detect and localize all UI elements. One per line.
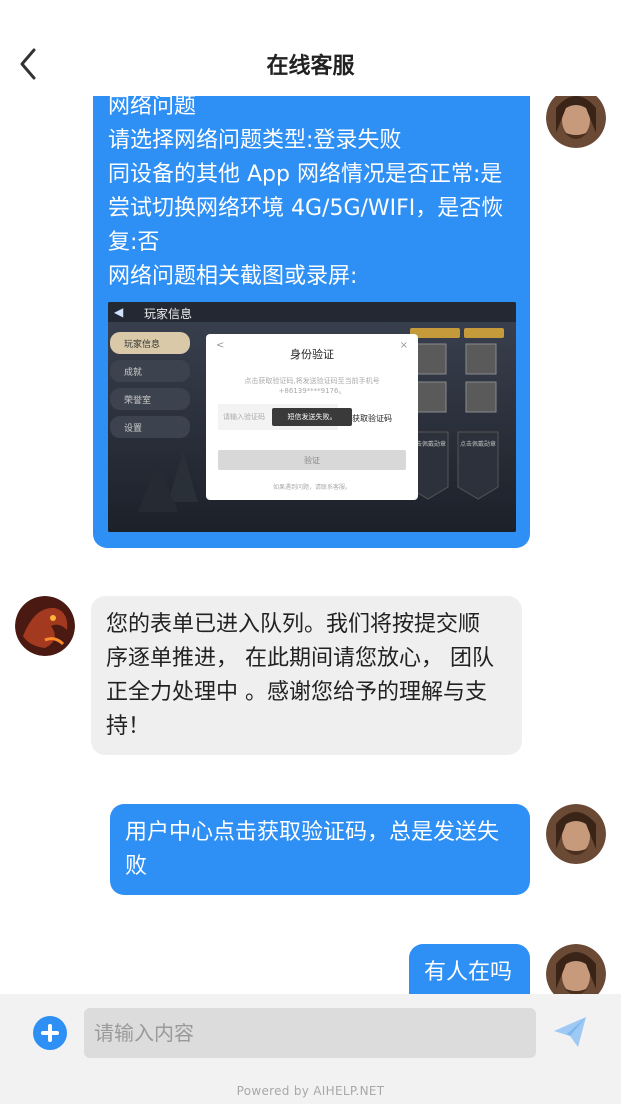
game-title: 玩家信息 <box>144 307 193 321</box>
game-menu-item: 荣誉室 <box>110 388 190 410</box>
message-line: 复:否 <box>108 230 160 255</box>
message-line: 正全力处理中 。感谢您给予的理解与支 <box>106 680 487 705</box>
dialog-title: 身份验证 <box>290 348 334 361</box>
powered-by: Powered by AIHELP.NET <box>236 1084 385 1098</box>
message-line: 同设备的其他 App 网络情况是否正常:是 <box>108 162 503 187</box>
dialog-desc: 点击获取验证码,将发送验证码至当前手机号 <box>244 377 380 385</box>
game-menu-item: 成就 <box>110 360 190 382</box>
message-line: 尝试切换网络环境 4G/5G/WIFI，是否恢 <box>108 196 504 221</box>
badge-label: 点击佩戴勋章 <box>460 441 497 448</box>
dialog-footer: 如果遇到问题，请联系客服。 <box>272 484 351 491</box>
user-avatar-image <box>546 96 606 148</box>
user-avatar <box>546 944 606 994</box>
agent-avatar <box>15 596 75 656</box>
page-title: 在线客服 <box>266 54 355 79</box>
message-line: 序逐单推进， 在此期间请您放心， 团队 <box>106 646 494 671</box>
message-line: 有人在吗 <box>424 960 513 985</box>
game-back-icon: ◀ <box>114 305 124 319</box>
user-avatar <box>546 804 606 864</box>
agent-avatar-image <box>15 596 75 656</box>
attached-screenshot[interactable]: ◀ 玩家信息 玩家信息 成就 荣誉室 设置 点击佩戴勋章 点击佩戴勋章 < × … <box>108 302 516 532</box>
message-line: 网络问题 <box>108 96 197 119</box>
message-line: 用户中心点击获取验证码，总是发送失 <box>125 820 500 845</box>
message-line: 持！ <box>106 714 151 739</box>
message-input[interactable]: 请输入内容 <box>84 1008 536 1058</box>
verify-dialog: < × 身份验证 点击获取验证码,将发送验证码至当前手机号 +86139****… <box>206 334 418 500</box>
message-line: 您的表单已进入队列。我们将按提交顺 <box>106 612 481 637</box>
message-line: 网络问题相关截图或录屏: <box>108 264 358 289</box>
get-code-label: 获取验证码 <box>352 414 392 423</box>
verify-button: 验证 <box>218 450 406 470</box>
chat-area[interactable]: 网络问题 请选择网络问题类型:登录失败 同设备的其他 App 网络情况是否正常:… <box>0 96 621 994</box>
user-avatar-image <box>546 944 606 994</box>
header-bar: 在线客服 <box>0 0 621 96</box>
send-icon <box>554 1017 586 1047</box>
game-menu-item: 设置 <box>110 416 190 438</box>
agent-message-bubble: 您的表单已进入队列。我们将按提交顺 序逐单推进， 在此期间请您放心， 团队 正全… <box>91 596 522 755</box>
message-line: 请选择网络问题类型:登录失败 <box>108 128 402 153</box>
message-line: 败 <box>125 854 148 879</box>
game-menu-item: 玩家信息 <box>110 332 190 354</box>
toast: 短信发送失败。 <box>272 408 352 426</box>
user-message-bubble: 有人在吗 <box>409 944 530 994</box>
dialog-phone: +86139****9176。 <box>278 387 346 395</box>
user-avatar <box>546 96 606 148</box>
add-attachment-button[interactable] <box>33 1016 67 1050</box>
user-avatar-image <box>546 804 606 864</box>
user-message-bubble: 用户中心点击获取验证码，总是发送失 败 <box>110 804 530 895</box>
send-button[interactable] <box>552 1014 588 1050</box>
